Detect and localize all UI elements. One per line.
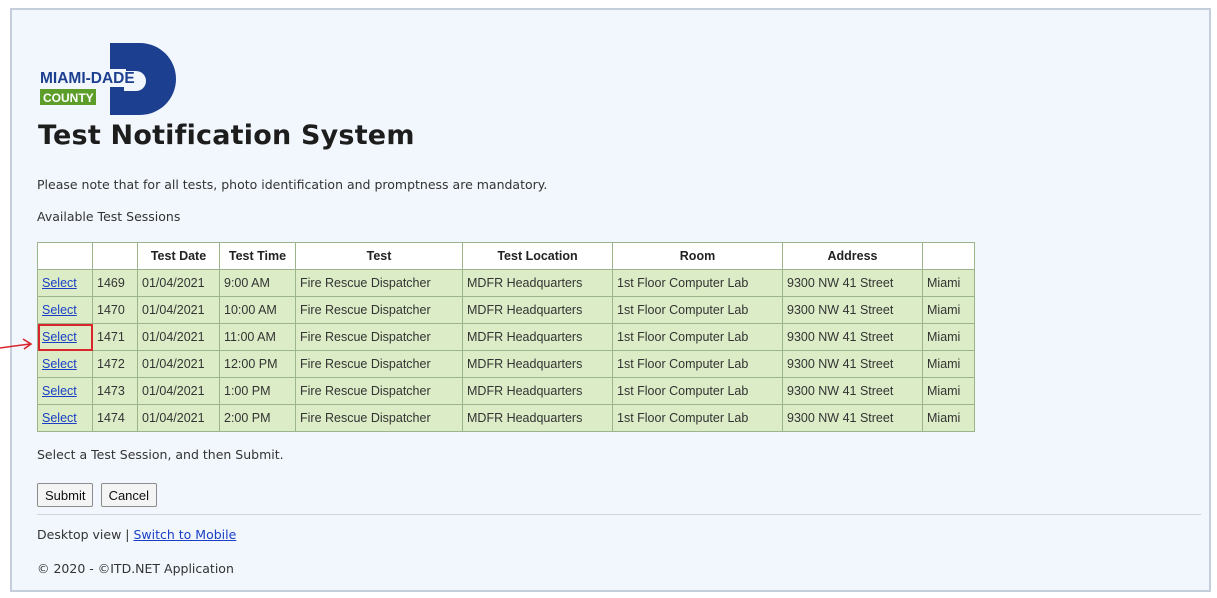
svg-text:COUNTY: COUNTY: [43, 91, 94, 105]
select-link[interactable]: Select: [42, 411, 77, 425]
notice-text: Please note that for all tests, photo id…: [37, 177, 548, 192]
table-row: Select 1469 01/04/2021 9:00 AM Fire Rescue D…: [37, 269, 975, 297]
select-cell: Select: [37, 296, 93, 324]
select-cell: Select: [37, 269, 93, 297]
miami-dade-logo: MIAMI-DADE COUNTY: [36, 41, 186, 117]
test-time-cell: 11:00 AM: [219, 323, 296, 351]
test-time-cell: 10:00 AM: [219, 296, 296, 324]
test-time-cell: 12:00 PM: [219, 350, 296, 378]
select-link[interactable]: Select: [42, 330, 77, 344]
select-cell: Select: [37, 404, 93, 432]
city-cell: Miami: [922, 404, 975, 432]
test-name-cell: Fire Rescue Dispatcher: [295, 350, 463, 378]
test-time-cell: 2:00 PM: [219, 404, 296, 432]
session-id-cell: 1471: [92, 323, 138, 351]
session-id-cell: 1473: [92, 377, 138, 405]
table-row: Select 1470 01/04/2021 10:00 AM Fire Rescue …: [37, 296, 975, 324]
switch-to-mobile-link[interactable]: Switch to Mobile: [133, 527, 236, 542]
session-id-cell: 1474: [92, 404, 138, 432]
address-cell: 9300 NW 41 Street: [782, 323, 923, 351]
room-cell: 1st Floor Computer Lab: [612, 350, 783, 378]
select-cell: Select: [37, 323, 93, 351]
arrow-right-icon: [0, 334, 34, 358]
page-frame: MIAMI-DADE COUNTY Test Notification Syst…: [10, 8, 1211, 592]
test-date-cell: 01/04/2021: [137, 296, 220, 324]
session-id-cell: 1469: [92, 269, 138, 297]
room-cell: 1st Floor Computer Lab: [612, 269, 783, 297]
footer-divider: [37, 514, 1201, 515]
select-cell: Select: [37, 350, 93, 378]
test-location-cell: MDFR Headquarters: [462, 323, 613, 351]
test-date-cell: 01/04/2021: [137, 350, 220, 378]
room-cell: 1st Floor Computer Lab: [612, 323, 783, 351]
svg-text:MIAMI-DADE: MIAMI-DADE: [40, 70, 135, 87]
view-switcher: Desktop view | Switch to Mobile: [37, 527, 236, 542]
test-time-cell: 9:00 AM: [219, 269, 296, 297]
table-header-row: Test Date Test Time Test Test Location Room A…: [37, 242, 975, 270]
test-name-cell: Fire Rescue Dispatcher: [295, 404, 463, 432]
address-cell: 9300 NW 41 Street: [782, 296, 923, 324]
submit-button[interactable]: Submit: [37, 483, 94, 507]
room-header: Room: [612, 242, 783, 270]
sessions-table: Test Date Test Time Test Test Location Room A…: [37, 242, 975, 432]
select-cell: Select: [37, 377, 93, 405]
address-header: Address: [782, 242, 923, 270]
select-link[interactable]: Select: [42, 357, 77, 371]
test-time-cell: 1:00 PM: [219, 377, 296, 405]
city-cell: Miami: [922, 269, 975, 297]
select-col-header: [37, 242, 93, 270]
test-name-cell: Fire Rescue Dispatcher: [295, 323, 463, 351]
test-location-cell: MDFR Headquarters: [462, 404, 613, 432]
city-cell: Miami: [922, 350, 975, 378]
cancel-button[interactable]: Cancel: [100, 483, 158, 507]
address-cell: 9300 NW 41 Street: [782, 269, 923, 297]
test-location-cell: MDFR Headquarters: [462, 296, 613, 324]
table-row: Select 1471 01/04/2021 11:00 AM Fire Rescue …: [37, 323, 975, 351]
test-name-cell: Fire Rescue Dispatcher: [295, 296, 463, 324]
test-location-cell: MDFR Headquarters: [462, 269, 613, 297]
desktop-view-label: Desktop view |: [37, 527, 130, 542]
test-date-cell: 01/04/2021: [137, 404, 220, 432]
test-location-header: Test Location: [462, 242, 613, 270]
id-col-header: [92, 242, 138, 270]
city-cell: Miami: [922, 296, 975, 324]
test-name-cell: Fire Rescue Dispatcher: [295, 269, 463, 297]
form-buttons: Submit Cancel: [37, 483, 159, 507]
room-cell: 1st Floor Computer Lab: [612, 377, 783, 405]
test-name-cell: Fire Rescue Dispatcher: [295, 377, 463, 405]
page-title: Test Notification System: [38, 120, 415, 151]
test-date-cell: 01/04/2021: [137, 269, 220, 297]
test-location-cell: MDFR Headquarters: [462, 377, 613, 405]
test-time-header: Test Time: [219, 242, 296, 270]
selection-hint: Select a Test Session, and then Submit.: [37, 447, 284, 462]
select-link[interactable]: Select: [42, 276, 77, 290]
test-date-cell: 01/04/2021: [137, 377, 220, 405]
room-cell: 1st Floor Computer Lab: [612, 404, 783, 432]
address-cell: 9300 NW 41 Street: [782, 350, 923, 378]
room-cell: 1st Floor Computer Lab: [612, 296, 783, 324]
table-row: Select 1472 01/04/2021 12:00 PM Fire Rescue …: [37, 350, 975, 378]
city-cell: Miami: [922, 323, 975, 351]
select-link[interactable]: Select: [42, 303, 77, 317]
session-id-cell: 1470: [92, 296, 138, 324]
city-col-header: [922, 242, 975, 270]
address-cell: 9300 NW 41 Street: [782, 377, 923, 405]
test-location-cell: MDFR Headquarters: [462, 350, 613, 378]
test-header: Test: [295, 242, 463, 270]
test-date-header: Test Date: [137, 242, 220, 270]
sessions-label: Available Test Sessions: [37, 209, 181, 224]
select-link[interactable]: Select: [42, 384, 77, 398]
address-cell: 9300 NW 41 Street: [782, 404, 923, 432]
test-date-cell: 01/04/2021: [137, 323, 220, 351]
copyright-text: © 2020 - ©ITD.NET Application: [37, 561, 234, 576]
table-row: Select 1474 01/04/2021 2:00 PM Fire Rescue D…: [37, 404, 975, 432]
city-cell: Miami: [922, 377, 975, 405]
table-row: Select 1473 01/04/2021 1:00 PM Fire Rescue D…: [37, 377, 975, 405]
session-id-cell: 1472: [92, 350, 138, 378]
